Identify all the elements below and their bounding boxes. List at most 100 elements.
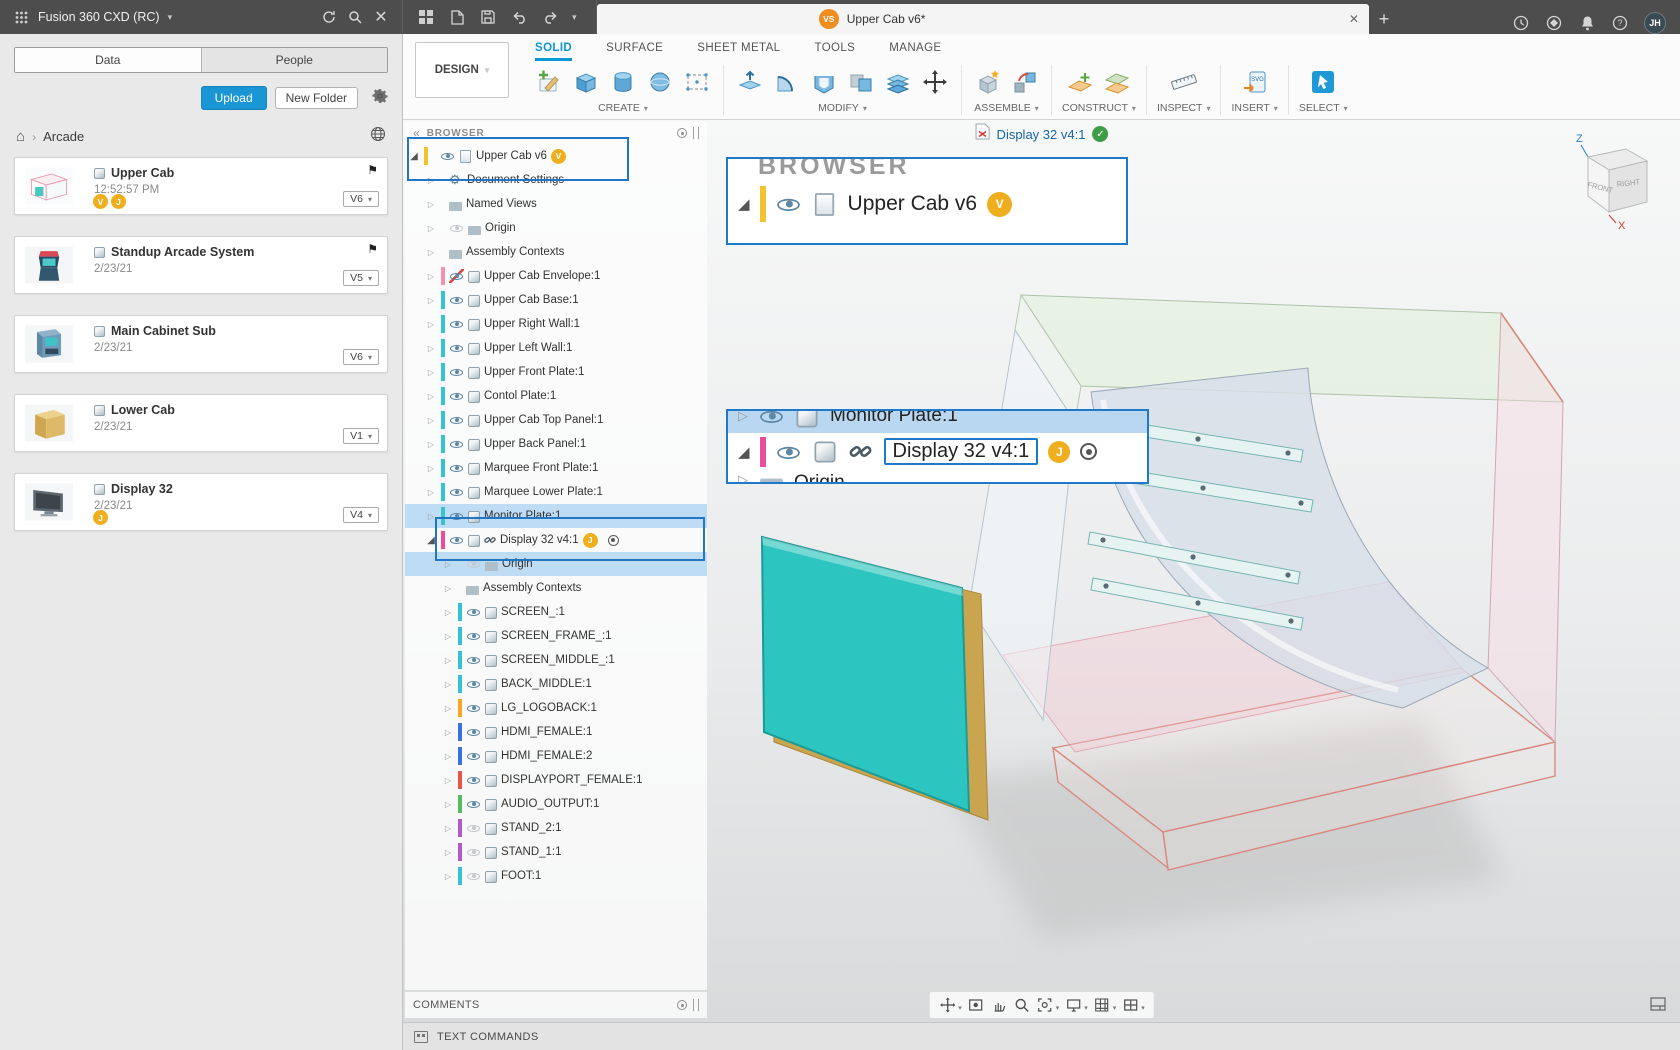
document-tab[interactable]: VS Upper Cab v6* ✕ (597, 4, 1369, 34)
fillet-icon[interactable] (771, 66, 803, 98)
visibility-eye-icon[interactable] (449, 221, 464, 235)
redo-icon[interactable] (541, 8, 559, 26)
disclosure-triangle-icon[interactable]: ▷ (425, 344, 437, 353)
version-selector[interactable]: V5▾ (343, 270, 379, 286)
tab-manage[interactable]: MANAGE (889, 34, 941, 61)
visibility-eye-icon[interactable] (449, 437, 464, 451)
midplane-icon[interactable] (1101, 66, 1133, 98)
tab-surface[interactable]: SURFACE (606, 34, 663, 61)
disclosure-triangle-icon[interactable]: ▷ (425, 224, 437, 233)
node-label[interactable]: Upper Cab Envelope:1 (484, 270, 600, 282)
browser-drag-grip[interactable] (693, 127, 699, 139)
visibility-eye-icon[interactable] (449, 317, 464, 331)
disclosure-triangle-icon[interactable]: ▷ (442, 728, 454, 737)
shell-icon[interactable] (808, 66, 840, 98)
sphere-icon[interactable] (644, 66, 676, 98)
visibility-eye-icon[interactable] (449, 389, 464, 403)
browser-tree-row[interactable]: ▷ Named Views (405, 192, 707, 216)
browser-tree-row[interactable]: ▷ Upper Cab Base:1 (405, 288, 707, 312)
visibility-eye-icon[interactable] (449, 293, 464, 307)
node-label[interactable]: Upper Cab v6 (476, 150, 547, 162)
node-label[interactable]: BACK_MIDDLE:1 (501, 678, 592, 690)
redo-caret-icon[interactable]: ▾ (572, 12, 577, 23)
disclosure-triangle-icon[interactable]: ▷ (425, 512, 437, 521)
browser-tree-row[interactable]: ▷ FOOT:1 (405, 864, 707, 888)
assemble-group-label[interactable]: ASSEMBLE▾ (974, 102, 1039, 114)
orbit-icon[interactable] (937, 995, 957, 1015)
node-label[interactable]: Marquee Lower Plate:1 (484, 486, 603, 498)
browser-tree-row[interactable]: ▷ Upper Front Plate:1 (405, 360, 707, 384)
tab-solid[interactable]: SOLID (535, 34, 572, 61)
version-selector[interactable]: V1▾ (343, 428, 379, 444)
node-label[interactable]: Upper Cab Top Panel:1 (484, 414, 603, 426)
node-label[interactable]: SCREEN_FRAME_:1 (501, 630, 612, 642)
browser-tree-row[interactable]: ▷ SCREEN_MIDDLE_:1 (405, 648, 707, 672)
browser-options-icon[interactable] (677, 128, 687, 138)
disclosure-triangle-icon[interactable]: ▷ (425, 416, 437, 425)
visibility-eye-icon[interactable] (440, 149, 455, 163)
visibility-eye-icon[interactable] (449, 509, 464, 523)
browser-header[interactable]: « BROWSER (405, 122, 707, 144)
visibility-eye-icon[interactable] (449, 269, 464, 283)
browser-tree-row[interactable]: ▷ HDMI_FEMALE:2 (405, 744, 707, 768)
construct-group-label[interactable]: CONSTRUCT▾ (1062, 102, 1136, 114)
insert-svg-icon[interactable]: SVG (1239, 66, 1271, 98)
visibility-eye-icon[interactable] (449, 341, 464, 355)
disclosure-triangle-icon[interactable]: ▷ (425, 248, 437, 257)
tab-sheet-metal[interactable]: SHEET METAL (697, 34, 780, 61)
upload-button[interactable]: Upload (201, 86, 267, 110)
activate-component-radio[interactable] (608, 535, 619, 546)
viewports-icon[interactable] (1120, 995, 1140, 1015)
disclosure-triangle-icon[interactable]: ▷ (425, 464, 437, 473)
visibility-eye-icon[interactable] (449, 461, 464, 475)
disclosure-triangle-icon[interactable]: ▷ (425, 368, 437, 377)
help-icon[interactable]: ? (1611, 14, 1629, 32)
new-tab-button[interactable]: + (1369, 4, 1399, 34)
app-title[interactable]: Fusion 360 CXD (RC) (38, 10, 160, 24)
visibility-eye-icon[interactable] (466, 653, 481, 667)
home-icon[interactable]: ⌂ (16, 128, 25, 145)
data-panel-settings-gear-icon[interactable] (372, 88, 388, 109)
comments-drag-grip[interactable] (693, 999, 699, 1011)
project-file-card[interactable]: Standup Arcade System 2/23/21 ⚑ V5▾ (14, 236, 388, 294)
disclosure-triangle-icon[interactable]: ▷ (425, 272, 437, 281)
browser-tree-row[interactable]: ▷ Upper Right Wall:1 (405, 312, 707, 336)
visibility-eye-icon[interactable] (466, 557, 481, 571)
node-label[interactable]: Display 32 v4:1 (500, 534, 579, 546)
node-label[interactable]: Upper Back Panel:1 (484, 438, 586, 450)
disclosure-triangle-icon[interactable]: ▷ (442, 584, 454, 593)
visibility-eye-icon[interactable] (466, 725, 481, 739)
node-label[interactable]: Assembly Contexts (466, 246, 564, 258)
browser-tree-row[interactable]: ▷ Upper Left Wall:1 (405, 336, 707, 360)
disclosure-triangle-icon[interactable]: ▷ (442, 560, 454, 569)
node-label[interactable]: AUDIO_OUTPUT:1 (501, 798, 599, 810)
browser-tree-row[interactable]: ▷ Document Settings (405, 168, 707, 192)
node-label[interactable]: Upper Left Wall:1 (484, 342, 572, 354)
disclosure-triangle-icon[interactable]: ◢ (425, 535, 437, 546)
save-icon[interactable] (479, 8, 497, 26)
grid-snaps-caret-icon[interactable]: ▾ (1113, 1004, 1117, 1012)
move-copy-icon[interactable] (919, 66, 951, 98)
browser-tree-row[interactable]: ▷ SCREEN_FRAME_:1 (405, 624, 707, 648)
version-selector[interactable]: V6▾ (343, 349, 379, 365)
disclosure-triangle-icon[interactable]: ◢ (408, 151, 420, 162)
app-grid-icon[interactable] (12, 8, 30, 26)
project-file-card[interactable]: Display 32 2/23/21 J V4▾ (14, 473, 388, 531)
new-component-icon[interactable] (972, 66, 1004, 98)
pan-icon[interactable] (989, 995, 1009, 1015)
press-pull-icon[interactable] (734, 66, 766, 98)
fit-caret-icon[interactable]: ▾ (1056, 1004, 1060, 1012)
joint-icon[interactable] (1009, 66, 1041, 98)
measure-icon[interactable] (1168, 66, 1200, 98)
visibility-eye-icon[interactable] (466, 629, 481, 643)
text-commands-bar[interactable]: TEXT COMMANDS (403, 1022, 1680, 1050)
browser-tree-row[interactable]: ▷ LG_LOGOBACK:1 (405, 696, 707, 720)
disclosure-triangle-icon[interactable]: ▷ (425, 176, 437, 185)
browser-tree-row[interactable]: ▷ AUDIO_OUTPUT:1 (405, 792, 707, 816)
disclosure-triangle-icon[interactable]: ▷ (425, 320, 437, 329)
comments-options-icon[interactable] (677, 1000, 687, 1010)
visibility-eye-icon[interactable] (466, 701, 481, 715)
globe-icon[interactable] (370, 126, 386, 147)
browser-tree-row[interactable]: ▷ Origin (405, 552, 707, 576)
disclosure-triangle-icon[interactable]: ▷ (442, 632, 454, 641)
